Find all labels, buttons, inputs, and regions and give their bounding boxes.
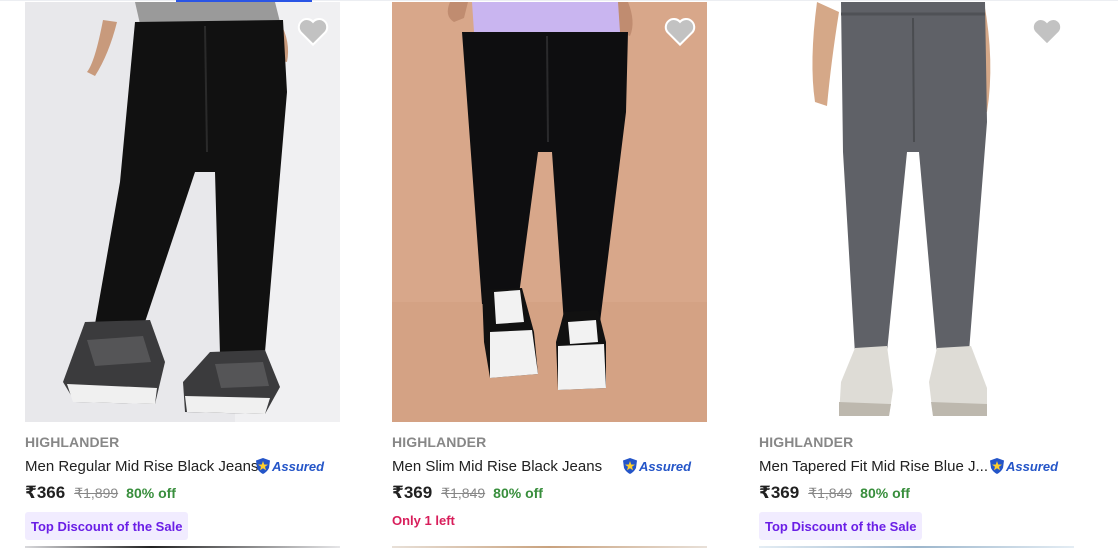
top-divider [0,0,1118,1]
heart-icon[interactable] [296,16,330,46]
assured-badge: Assured [255,455,324,477]
assured-shield-icon [990,458,1004,474]
assured-shield-icon [623,458,637,474]
jeans-photo [25,2,340,422]
product-title[interactable]: Men Regular Mid Rise Black Jeans [25,458,258,475]
assured-label: Assured [639,458,692,474]
assured-badge: Assured [622,455,691,477]
price-row: ₹369 ₹1,849 80% off [392,483,543,503]
offer-badge: Top Discount of the Sale [25,512,189,540]
assured-label: Assured [1006,458,1059,474]
product-card[interactable]: HIGHLANDER Men Slim Mid Rise Black Jeans… [392,2,707,548]
price-row: ₹366 ₹1,899 80% off [25,483,176,503]
title-row: Men Regular Mid Rise Black Jeans Assured [25,455,340,477]
offer-badge: Top Discount of the Sale [759,512,923,540]
selling-price: ₹366 [25,483,66,502]
brand-name: HIGHLANDER [759,434,854,450]
jeans-photo [392,2,707,422]
assured-badge: Assured [989,455,1058,477]
discount-percent: 80% off [126,485,176,501]
heart-icon[interactable] [663,16,697,46]
assured-label: Assured [272,458,325,474]
stock-note: Only 1 left [392,513,455,528]
discount-percent: 80% off [493,485,543,501]
heart-icon[interactable] [1030,16,1064,46]
product-card[interactable]: HIGHLANDER Men Regular Mid Rise Black Je… [25,2,340,548]
selling-price: ₹369 [759,483,800,502]
product-image[interactable] [759,2,1074,422]
product-image[interactable] [392,2,707,422]
price-row: ₹369 ₹1,849 80% off [759,483,910,503]
selling-price: ₹369 [392,483,433,502]
jeans-photo [759,2,1074,422]
brand-name: HIGHLANDER [392,434,487,450]
original-price: ₹1,849 [808,485,853,501]
product-card[interactable]: HIGHLANDER Men Tapered Fit Mid Rise Blue… [759,2,1074,548]
assured-shield-icon [256,458,270,474]
product-grid: HIGHLANDER Men Regular Mid Rise Black Je… [25,2,1074,548]
title-row: Men Tapered Fit Mid Rise Blue J... Assur… [759,455,1074,477]
product-title[interactable]: Men Tapered Fit Mid Rise Blue J... [759,458,988,475]
discount-percent: 80% off [860,485,910,501]
brand-name: HIGHLANDER [25,434,120,450]
product-image[interactable] [25,2,340,422]
original-price: ₹1,849 [441,485,486,501]
title-row: Men Slim Mid Rise Black Jeans Assured [392,455,707,477]
product-title[interactable]: Men Slim Mid Rise Black Jeans [392,458,602,475]
original-price: ₹1,899 [74,485,119,501]
